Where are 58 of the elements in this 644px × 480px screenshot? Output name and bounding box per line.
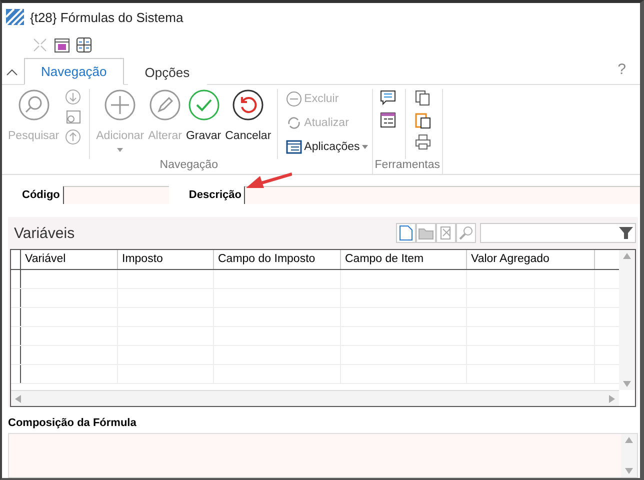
annotation-arrow bbox=[246, 171, 292, 191]
cancel-button[interactable]: Cancelar bbox=[223, 89, 274, 159]
form-icon[interactable] bbox=[378, 111, 397, 129]
help-icon[interactable]: ? bbox=[618, 61, 626, 78]
save-button[interactable]: Gravar bbox=[184, 89, 224, 159]
window-title: {t28} Fórmulas do Sistema bbox=[30, 10, 184, 24]
formula-textarea[interactable] bbox=[8, 433, 638, 478]
apps-button[interactable]: Aplicações bbox=[286, 137, 368, 157]
arrow-up-icon[interactable] bbox=[65, 129, 82, 145]
delete-document-icon bbox=[439, 225, 453, 241]
horizontal-scrollbar[interactable] bbox=[11, 390, 619, 406]
collapse-icon[interactable] bbox=[32, 37, 48, 53]
group-label: Ferramentas bbox=[374, 159, 440, 173]
scroll-up-icon[interactable] bbox=[623, 253, 631, 259]
paste-icon[interactable] bbox=[414, 111, 432, 129]
scroll-down-icon[interactable] bbox=[623, 381, 631, 387]
calculator-icon[interactable] bbox=[76, 37, 92, 53]
column-header[interactable]: Valor Agregado bbox=[467, 250, 595, 269]
section-label: Composição da Fórmula bbox=[8, 417, 138, 429]
printer-icon[interactable] bbox=[414, 133, 432, 151]
column-header[interactable]: Campo do Imposto bbox=[214, 250, 341, 269]
column-header[interactable]: Imposto bbox=[118, 250, 214, 269]
window-list-icon bbox=[286, 139, 302, 155]
caret-icon bbox=[117, 148, 124, 152]
filter-icon[interactable] bbox=[619, 226, 633, 240]
vertical-scrollbar[interactable] bbox=[619, 250, 635, 390]
code-field[interactable] bbox=[62, 186, 169, 204]
panel-title: Variáveis bbox=[14, 224, 75, 242]
collapse-ribbon-icon[interactable] bbox=[6, 68, 18, 76]
calendar-icon[interactable] bbox=[54, 37, 70, 53]
filter-field[interactable] bbox=[480, 223, 636, 243]
caret-icon bbox=[362, 145, 368, 149]
find-record-icon[interactable] bbox=[65, 109, 82, 125]
group-label: Navegação bbox=[158, 159, 219, 173]
column-header[interactable]: Campo de Item bbox=[341, 250, 467, 269]
search-icon bbox=[458, 225, 474, 241]
document-icon bbox=[399, 225, 413, 241]
folder-icon bbox=[418, 226, 434, 240]
field-label: Descrição bbox=[188, 189, 242, 201]
app-logo bbox=[6, 9, 24, 25]
field-label: Código bbox=[22, 189, 60, 201]
refresh-icon bbox=[286, 115, 302, 131]
arrow-down-icon[interactable] bbox=[65, 89, 82, 105]
column-header[interactable]: Variável bbox=[21, 250, 118, 269]
comment-icon[interactable] bbox=[378, 89, 397, 107]
scroll-down-icon[interactable] bbox=[625, 468, 633, 474]
open-folder-button[interactable] bbox=[416, 223, 436, 243]
ribbon-tab[interactable]: Navegação bbox=[24, 58, 124, 85]
description-field[interactable] bbox=[244, 186, 640, 204]
new-document-button[interactable] bbox=[396, 223, 416, 243]
search-button[interactable] bbox=[456, 223, 476, 243]
delete-document-button[interactable] bbox=[436, 223, 456, 243]
scroll-right-icon[interactable] bbox=[609, 394, 615, 402]
minus-circle-icon bbox=[286, 91, 302, 107]
copy-icon[interactable] bbox=[414, 89, 432, 107]
scroll-up-icon[interactable] bbox=[625, 437, 633, 443]
scroll-left-icon[interactable] bbox=[15, 394, 21, 402]
vertical-scrollbar[interactable] bbox=[621, 434, 637, 477]
